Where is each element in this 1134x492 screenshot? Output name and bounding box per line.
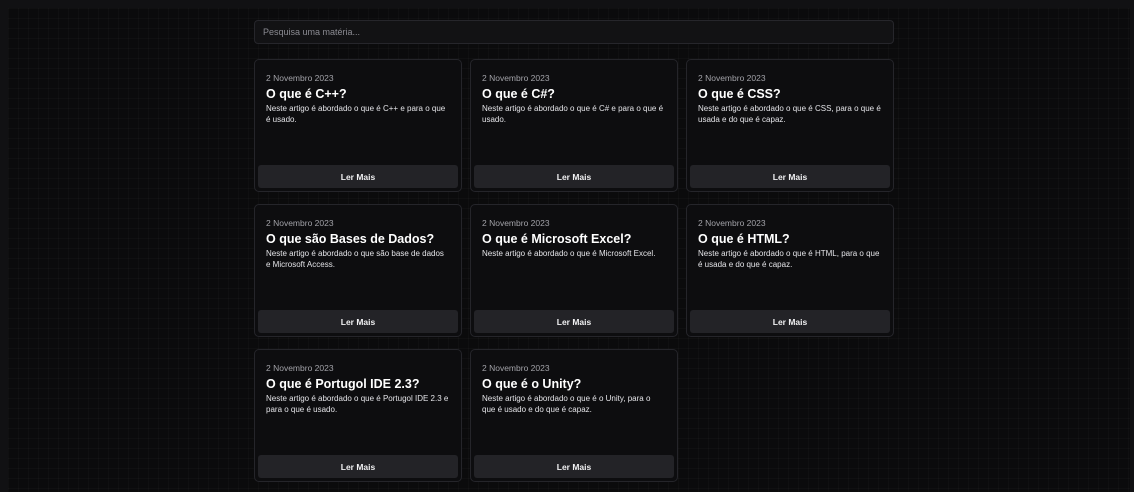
article-date: 2 Novembro 2023 <box>698 218 766 228</box>
article-card-databases: 2 Novembro 2023 O que são Bases de Dados… <box>254 204 462 337</box>
article-grid: 2 Novembro 2023 O que é C++? Neste artig… <box>254 59 894 482</box>
article-title: O que é C++? <box>266 87 347 101</box>
article-description: Neste artigo é abordado o que é CSS, par… <box>698 104 881 124</box>
article-date: 2 Novembro 2023 <box>482 218 550 228</box>
article-title: O que é C#? <box>482 87 555 101</box>
article-date: 2 Novembro 2023 <box>266 218 334 228</box>
article-title: O que é CSS? <box>698 87 781 101</box>
read-more-button[interactable]: Ler Mais <box>258 455 458 478</box>
article-card-unity: 2 Novembro 2023 O que é o Unity? Neste a… <box>470 349 678 482</box>
read-more-button[interactable]: Ler Mais <box>474 310 674 333</box>
read-more-button[interactable]: Ler Mais <box>690 165 890 188</box>
article-card-cpp: 2 Novembro 2023 O que é C++? Neste artig… <box>254 59 462 192</box>
article-title: O que é Microsoft Excel? <box>482 232 632 246</box>
article-date: 2 Novembro 2023 <box>698 73 766 83</box>
article-description: Neste artigo é abordado o que é Portugol… <box>266 394 449 414</box>
article-card-csharp: 2 Novembro 2023 O que é C#? Neste artigo… <box>470 59 678 192</box>
search-bar <box>254 20 894 44</box>
page-viewport: 2 Novembro 2023 O que é C++? Neste artig… <box>8 8 1130 492</box>
article-card-excel: 2 Novembro 2023 O que é Microsoft Excel?… <box>470 204 678 337</box>
article-description: Neste artigo é abordado o que é C++ e pa… <box>266 104 446 124</box>
article-card-html: 2 Novembro 2023 O que é HTML? Neste arti… <box>686 204 894 337</box>
read-more-button[interactable]: Ler Mais <box>258 165 458 188</box>
article-date: 2 Novembro 2023 <box>482 73 550 83</box>
read-more-button[interactable]: Ler Mais <box>690 310 890 333</box>
article-description: Neste artigo é abordado o que é HTML, pa… <box>698 249 880 269</box>
read-more-button[interactable]: Ler Mais <box>258 310 458 333</box>
article-title: O que são Bases de Dados? <box>266 232 435 246</box>
search-input[interactable] <box>254 20 894 44</box>
article-description: Neste artigo é abordado o que é o Unity,… <box>482 394 651 414</box>
article-date: 2 Novembro 2023 <box>266 363 334 373</box>
article-card-css: 2 Novembro 2023 O que é CSS? Neste artig… <box>686 59 894 192</box>
read-more-button[interactable]: Ler Mais <box>474 455 674 478</box>
article-title: O que é Portugol IDE 2.3? <box>266 377 420 391</box>
read-more-button[interactable]: Ler Mais <box>474 165 674 188</box>
article-date: 2 Novembro 2023 <box>482 363 550 373</box>
article-date: 2 Novembro 2023 <box>266 73 334 83</box>
article-title: O que é HTML? <box>698 232 790 246</box>
article-description: Neste artigo é abordado o que é C# e par… <box>482 104 664 124</box>
article-description: Neste artigo é abordado o que é Microsof… <box>482 249 656 258</box>
article-card-portugol: 2 Novembro 2023 O que é Portugol IDE 2.3… <box>254 349 462 482</box>
article-title: O que é o Unity? <box>482 377 582 391</box>
article-description: Neste artigo é abordado o que são base d… <box>266 249 444 269</box>
